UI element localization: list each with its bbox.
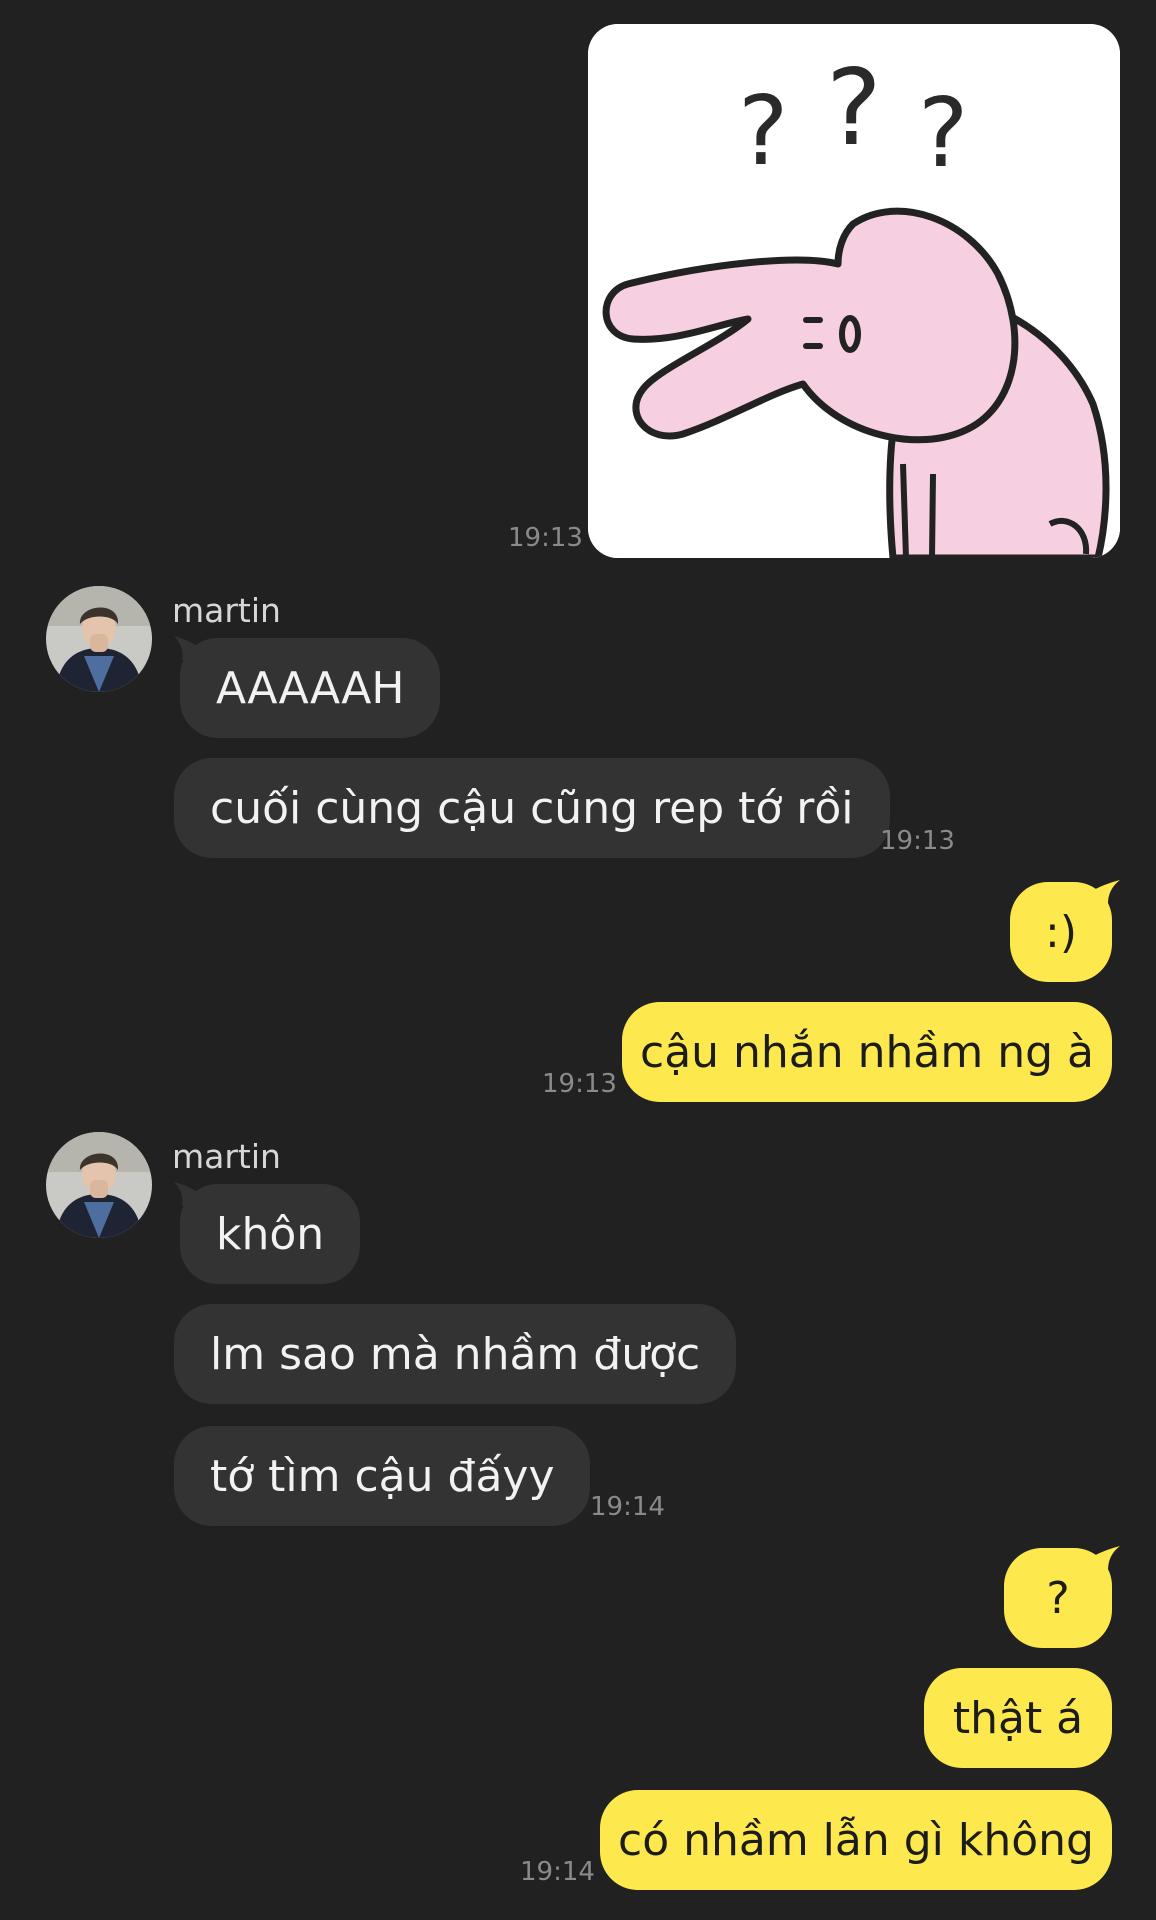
message-text: tớ tìm cậu đấyy <box>210 1450 555 1502</box>
timestamp: 19:14 <box>590 1492 665 1522</box>
message-bubble[interactable]: lm sao mà nhầm được <box>174 1304 737 1404</box>
message-bubble[interactable]: tớ tìm cậu đấyy <box>174 1426 591 1526</box>
message-bubble[interactable]: khôn <box>180 1184 361 1284</box>
message-text: ? <box>1046 1572 1070 1624</box>
timestamp: 19:13 <box>508 523 583 553</box>
message-text: thật á <box>952 1692 1084 1744</box>
user-avatar-icon <box>46 1132 152 1238</box>
sticker-message[interactable]: ? ? ? <box>588 24 1120 558</box>
message-bubble[interactable]: có nhầm lẫn gì không <box>600 1790 1112 1890</box>
message-bubble[interactable]: cậu nhắn nhầm ng à <box>622 1002 1112 1102</box>
message-text: :) <box>1045 906 1077 958</box>
question-mark-1: ? <box>738 77 788 187</box>
message-bubble[interactable]: AAAAAH <box>180 638 441 738</box>
message-text: cậu nhắn nhầm ng à <box>640 1026 1094 1078</box>
message-bubble[interactable]: :) <box>1010 882 1112 982</box>
message-bubble[interactable]: ? <box>1004 1548 1112 1648</box>
user-avatar-icon <box>46 586 152 692</box>
message-text: khôn <box>216 1208 325 1260</box>
message-bubble[interactable]: thật á <box>924 1668 1112 1768</box>
sender-name: martin <box>172 591 281 630</box>
message-text: có nhầm lẫn gì không <box>618 1814 1094 1866</box>
message-bubble[interactable]: cuối cùng cậu cũng rep tớ rồi <box>174 758 890 858</box>
avatar[interactable] <box>46 1132 152 1238</box>
message-text: lm sao mà nhầm được <box>210 1328 701 1380</box>
avatar[interactable] <box>46 586 152 692</box>
timestamp: 19:14 <box>520 1857 595 1887</box>
sender-name: martin <box>172 1137 281 1176</box>
timestamp: 19:13 <box>542 1069 617 1099</box>
message-text: AAAAAH <box>216 662 405 714</box>
question-mark-2: ? <box>826 47 882 169</box>
confused-rabbit-sticker-icon: ? ? ? <box>588 24 1120 558</box>
message-text: cuối cùng cậu cũng rep tớ rồi <box>210 782 854 834</box>
question-mark-3: ? <box>918 79 968 189</box>
timestamp: 19:13 <box>880 826 955 856</box>
